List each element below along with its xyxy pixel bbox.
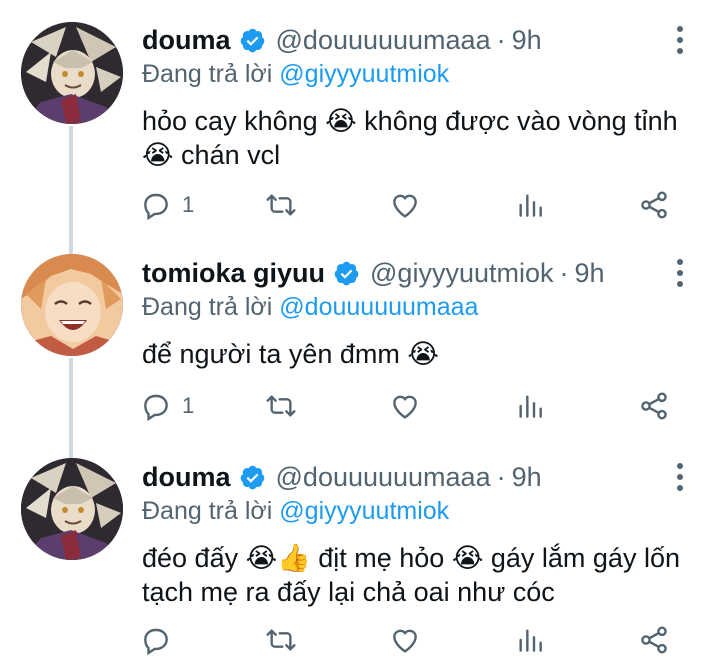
tweet-header: douma @douuuuuumaaa · 9h [142, 20, 660, 60]
tweet-header: douma @douuuuuumaaa · 9h [142, 457, 660, 497]
share-button[interactable] [638, 388, 670, 424]
replying-to-label: Đang trả lời [142, 497, 273, 525]
avatar[interactable] [21, 254, 123, 356]
like-button[interactable] [389, 388, 421, 424]
retweet-icon [266, 194, 296, 216]
tweet[interactable]: tomioka giyuu @giyyyuutmiok · 9h Đang tr… [0, 253, 720, 433]
heart-icon [393, 395, 417, 419]
retweet-button[interactable] [265, 388, 297, 424]
mention-link[interactable]: @giyyyuutmiok [279, 60, 449, 88]
more-vertical-icon[interactable] [676, 259, 684, 287]
retweet-icon [266, 629, 296, 651]
analytics-icon [519, 395, 542, 418]
tweet-text-line: 😭 chán vcl [142, 140, 281, 170]
reply-icon [144, 394, 168, 422]
reply-icon [144, 628, 168, 656]
timestamp[interactable]: 9h [512, 25, 542, 56]
tweet-text: đéo đấy 😭👍 địt mẹ hỏo 😭 gáy lắm gáy lốn … [142, 541, 712, 609]
reply-button[interactable]: 1 [140, 187, 194, 223]
separator: · [496, 461, 506, 492]
user-handle[interactable]: @douuuuuumaaa [276, 462, 491, 493]
replying-to-label: Đang trả lời [142, 60, 273, 88]
avatar[interactable] [21, 458, 123, 560]
user-handle[interactable]: @douuuuuumaaa [276, 25, 491, 56]
replying-to: Đang trả lời @giyyyuutmiok [142, 60, 449, 89]
analytics-button[interactable] [514, 622, 546, 658]
replying-to: Đang trả lời @giyyyuutmiok [142, 497, 449, 526]
reply-icon [144, 193, 168, 221]
separator: · [496, 24, 506, 55]
douma-avatar-image [21, 458, 123, 560]
share-icon [641, 626, 667, 654]
retweet-icon [266, 395, 296, 417]
reply-count: 1 [182, 393, 195, 418]
verified-badge-icon [239, 464, 266, 491]
like-button[interactable] [389, 622, 421, 658]
tweet-text-line: tạch mẹ ra đấy lại chả oai như cóc [142, 577, 555, 607]
verified-badge-icon [333, 260, 360, 287]
analytics-icon [519, 194, 542, 217]
replying-to-label: Đang trả lời [142, 293, 273, 321]
verified-badge-icon [239, 27, 266, 54]
giyuu-avatar-image [21, 254, 123, 356]
more-vertical-icon[interactable] [676, 26, 684, 54]
timestamp[interactable]: 9h [512, 462, 542, 493]
mention-link[interactable]: @douuuuuumaaa [279, 293, 478, 321]
tweet-text-line: để người ta yên đmm 😭 [142, 339, 439, 369]
retweet-button[interactable] [265, 622, 297, 658]
display-name[interactable]: douma [142, 25, 231, 56]
replying-to: Đang trả lời @douuuuuumaaa [142, 293, 478, 322]
mention-link[interactable]: @giyyyuutmiok [279, 497, 449, 525]
separator: · [559, 257, 569, 288]
heart-icon [393, 194, 417, 218]
more-vertical-icon[interactable] [676, 463, 684, 491]
douma-avatar-image [21, 22, 123, 124]
timestamp[interactable]: 9h [574, 258, 604, 289]
reply-button[interactable]: 1 [140, 388, 194, 424]
tweet[interactable]: douma @douuuuuumaaa · 9h Đang trả lời @g… [0, 457, 720, 668]
retweet-button[interactable] [265, 187, 297, 223]
tweet[interactable]: douma @douuuuuumaaa · 9h Đang trả lời @g… [0, 20, 720, 235]
tweet-actions: 1 [140, 388, 700, 424]
share-icon [641, 392, 667, 420]
analytics-icon [519, 629, 542, 652]
tweet-text-line: đéo đấy 😭👍 địt mẹ hỏo 😭 gáy lắm gáy lốn [142, 543, 680, 573]
analytics-button[interactable] [514, 187, 546, 223]
user-handle[interactable]: @giyyyuutmiok [370, 258, 553, 289]
display-name[interactable]: tomioka giyuu [142, 258, 325, 289]
tweet-actions: 1 [140, 187, 700, 223]
tweet-header: tomioka giyuu @giyyyuutmiok · 9h [142, 253, 660, 293]
share-button[interactable] [638, 622, 670, 658]
avatar[interactable] [21, 22, 123, 124]
heart-icon [393, 629, 417, 653]
tweet-text: để người ta yên đmm 😭 [142, 337, 702, 371]
reply-button[interactable] [140, 622, 172, 658]
tweet-actions [140, 622, 700, 658]
like-button[interactable] [389, 187, 421, 223]
share-button[interactable] [638, 187, 670, 223]
analytics-button[interactable] [514, 388, 546, 424]
display-name[interactable]: douma [142, 462, 231, 493]
reply-count: 1 [182, 192, 195, 217]
tweet-text: hỏo cay không 😭 không được vào vòng tỉnh… [142, 104, 702, 172]
share-icon [641, 191, 667, 219]
tweet-text-line: hỏo cay không 😭 không được vào vòng tỉnh [142, 106, 678, 136]
